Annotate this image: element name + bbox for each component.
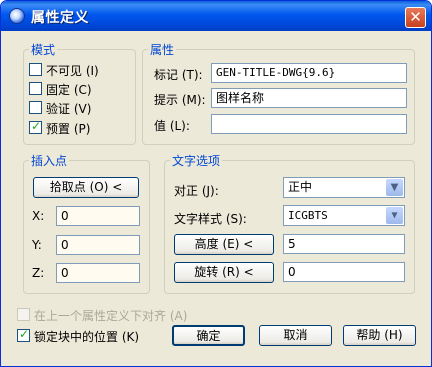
justify-select[interactable]: 正中 ▼ (283, 177, 405, 198)
height-button[interactable]: 高度 (E) < (174, 234, 274, 255)
cancel-button[interactable]: 取消 (259, 325, 332, 346)
height-input[interactable]: 5 (283, 234, 405, 254)
justify-value: 正中 (288, 180, 313, 194)
chevron-down-icon[interactable]: ▼ (386, 179, 403, 196)
preset-label[interactable]: 预置 (P) (46, 120, 90, 137)
invisible-checkbox[interactable] (29, 63, 42, 76)
align-below-checkbox[interactable] (17, 308, 30, 321)
constant-checkbox[interactable] (29, 82, 42, 95)
text-style-value: ICGBTS (288, 209, 328, 222)
text-style-label: 文字样式 (S): (174, 212, 247, 226)
ok-button[interactable]: 确定 (172, 325, 245, 346)
close-button[interactable]: ✕ (405, 7, 426, 28)
lock-position-checkbox[interactable] (17, 327, 30, 342)
value-input[interactable] (211, 114, 407, 134)
insertion-point-group-title: 插入点 (29, 152, 70, 169)
z-label: Z: (32, 266, 45, 280)
y-label: Y: (32, 238, 42, 252)
app-icon (9, 8, 25, 24)
constant-label[interactable]: 固定 (C) (46, 81, 92, 98)
pick-point-button[interactable]: 拾取点 (O) < (33, 177, 139, 198)
help-button[interactable]: 帮助 (H) (343, 325, 416, 346)
x-input[interactable]: 0 (56, 206, 140, 226)
align-below-label[interactable]: 在上一个属性定义下对齐 (A) (34, 307, 187, 324)
close-icon: ✕ (409, 8, 422, 26)
verify-checkbox[interactable] (29, 101, 42, 114)
rotation-input[interactable]: 0 (283, 262, 405, 282)
verify-label[interactable]: 验证 (V) (46, 100, 91, 117)
title-bar[interactable]: 属性定义 ✕ (1, 1, 431, 31)
attribute-definition-dialog: 属性定义 ✕ 模式 不可见 (I) 固定 (C) 验证 (V) 预置 (P) 属… (0, 0, 432, 367)
text-style-select[interactable]: ICGBTS ▼ (283, 205, 405, 226)
tag-input[interactable]: GEN-TITLE-DWG{9.6} (211, 63, 407, 83)
x-label: X: (32, 209, 45, 223)
value-label: 值 (L): (154, 119, 190, 133)
invisible-label[interactable]: 不可见 (I) (46, 62, 99, 79)
mode-group-title: 模式 (29, 41, 58, 58)
y-input[interactable]: 0 (56, 235, 140, 255)
attribute-group-title: 属性 (148, 41, 177, 58)
justify-label: 对正 (J): (174, 184, 219, 198)
text-options-group-title: 文字选项 (170, 152, 223, 169)
z-input[interactable]: 0 (56, 263, 140, 283)
tag-label: 标记 (T): (154, 68, 203, 82)
preset-checkbox[interactable] (29, 119, 42, 134)
lock-position-label[interactable]: 锁定块中的位置 (K) (34, 328, 139, 345)
prompt-input[interactable]: 图样名称 (211, 88, 407, 108)
chevron-down-icon[interactable]: ▼ (386, 207, 403, 224)
rotation-button[interactable]: 旋转 (R) < (174, 262, 274, 283)
dialog-title: 属性定义 (31, 10, 89, 26)
prompt-label: 提示 (M): (154, 93, 206, 107)
